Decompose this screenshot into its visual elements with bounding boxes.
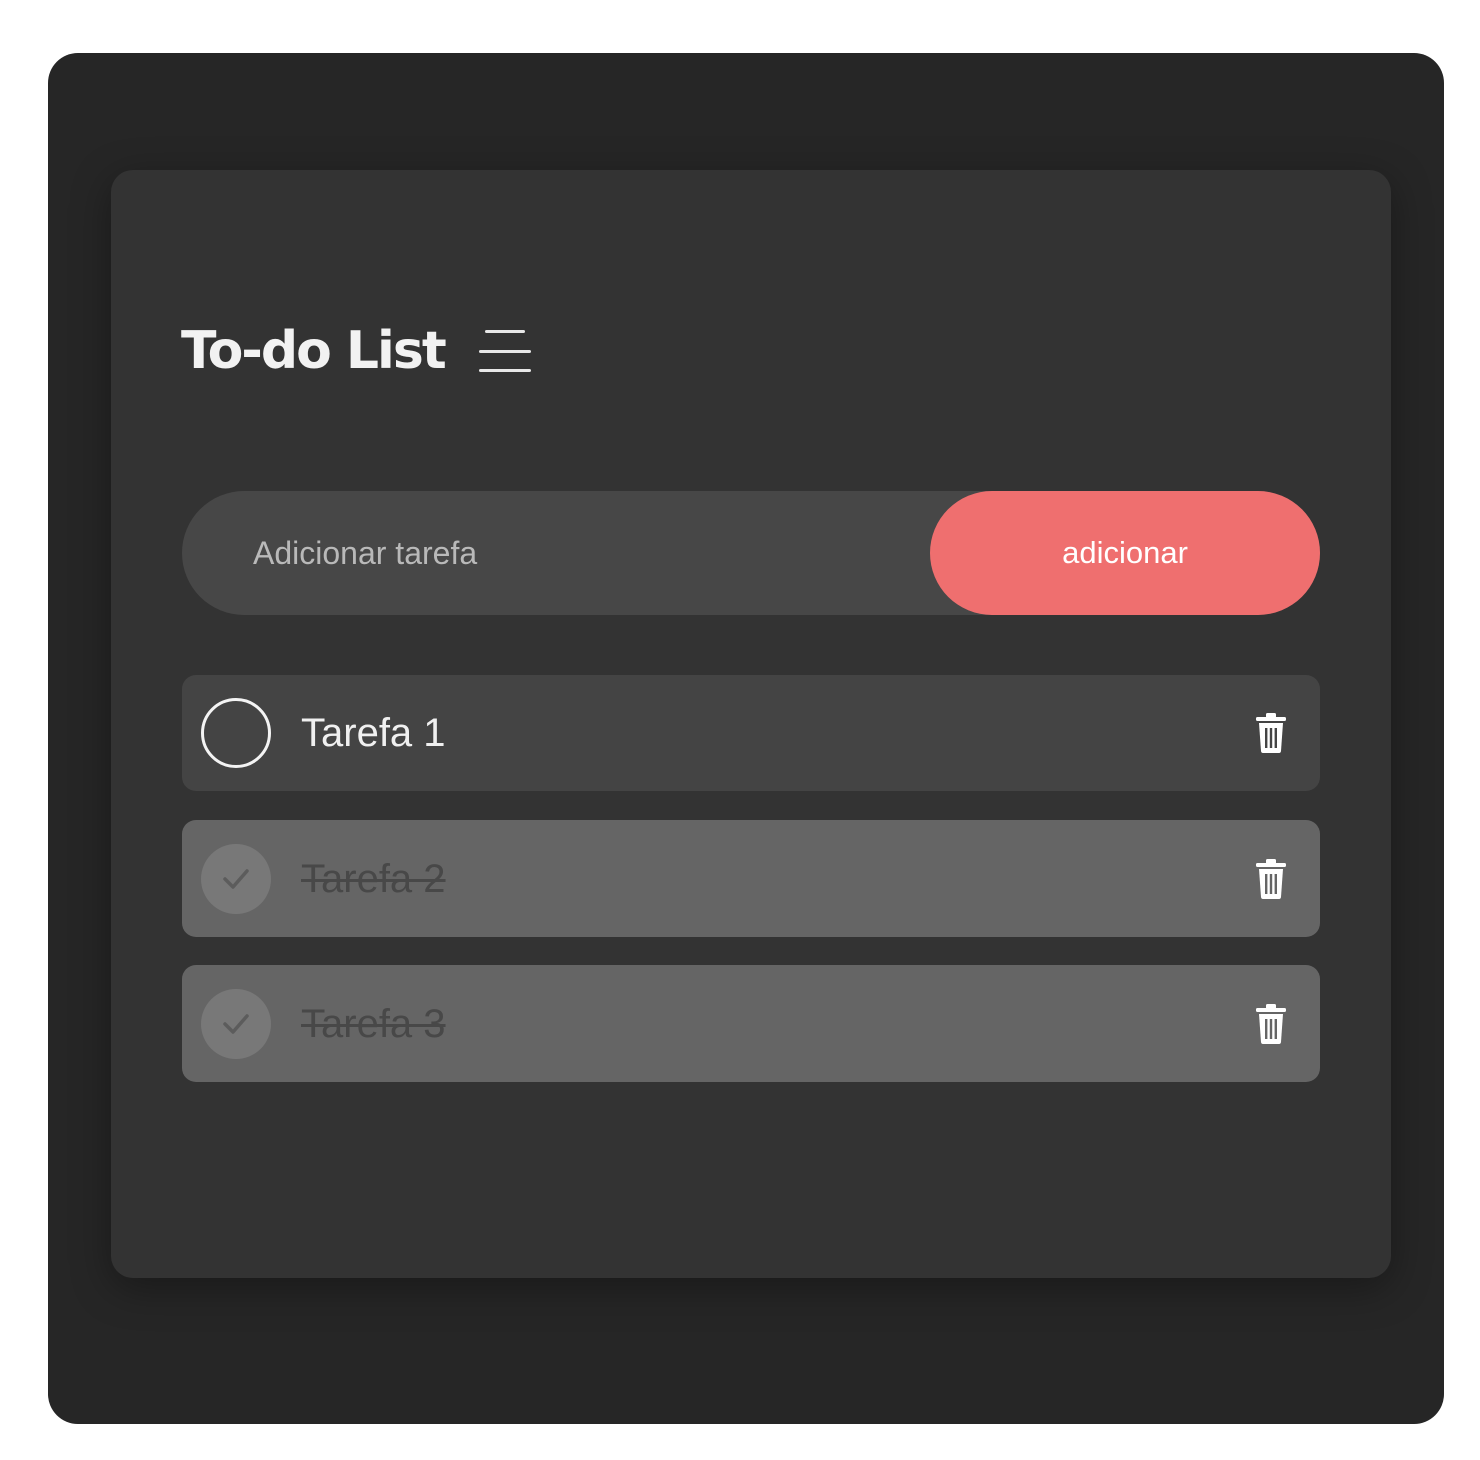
task-label: Tarefa 1 xyxy=(301,711,446,755)
add-task-input[interactable] xyxy=(182,491,930,615)
check-circle-icon[interactable] xyxy=(201,988,271,1059)
trash-icon[interactable] xyxy=(1254,713,1288,753)
add-task-bar: adicionar xyxy=(182,491,1320,615)
header: To-do List xyxy=(181,325,531,377)
trash-icon[interactable] xyxy=(1254,858,1288,899)
hamburger-menu-icon[interactable] xyxy=(478,330,531,372)
task-label: Tarefa 3 xyxy=(301,1001,446,1046)
task-label: Tarefa 2 xyxy=(301,856,446,901)
circle-outline-icon[interactable] xyxy=(201,698,271,768)
app-frame: To-do List adicionar Tarefa 1 xyxy=(48,53,1444,1424)
task-list: Tarefa 1 Tarefa 2 Tarefa 3 xyxy=(182,675,1320,1110)
add-task-button[interactable]: adicionar xyxy=(930,491,1320,615)
page-title: To-do List xyxy=(181,321,447,381)
task-item: Tarefa 2 xyxy=(182,820,1320,937)
task-item: Tarefa 3 xyxy=(182,965,1320,1082)
check-circle-icon[interactable] xyxy=(201,843,271,914)
task-item: Tarefa 1 xyxy=(182,675,1320,791)
todo-card: To-do List adicionar Tarefa 1 xyxy=(111,170,1391,1278)
trash-icon[interactable] xyxy=(1254,1003,1288,1044)
